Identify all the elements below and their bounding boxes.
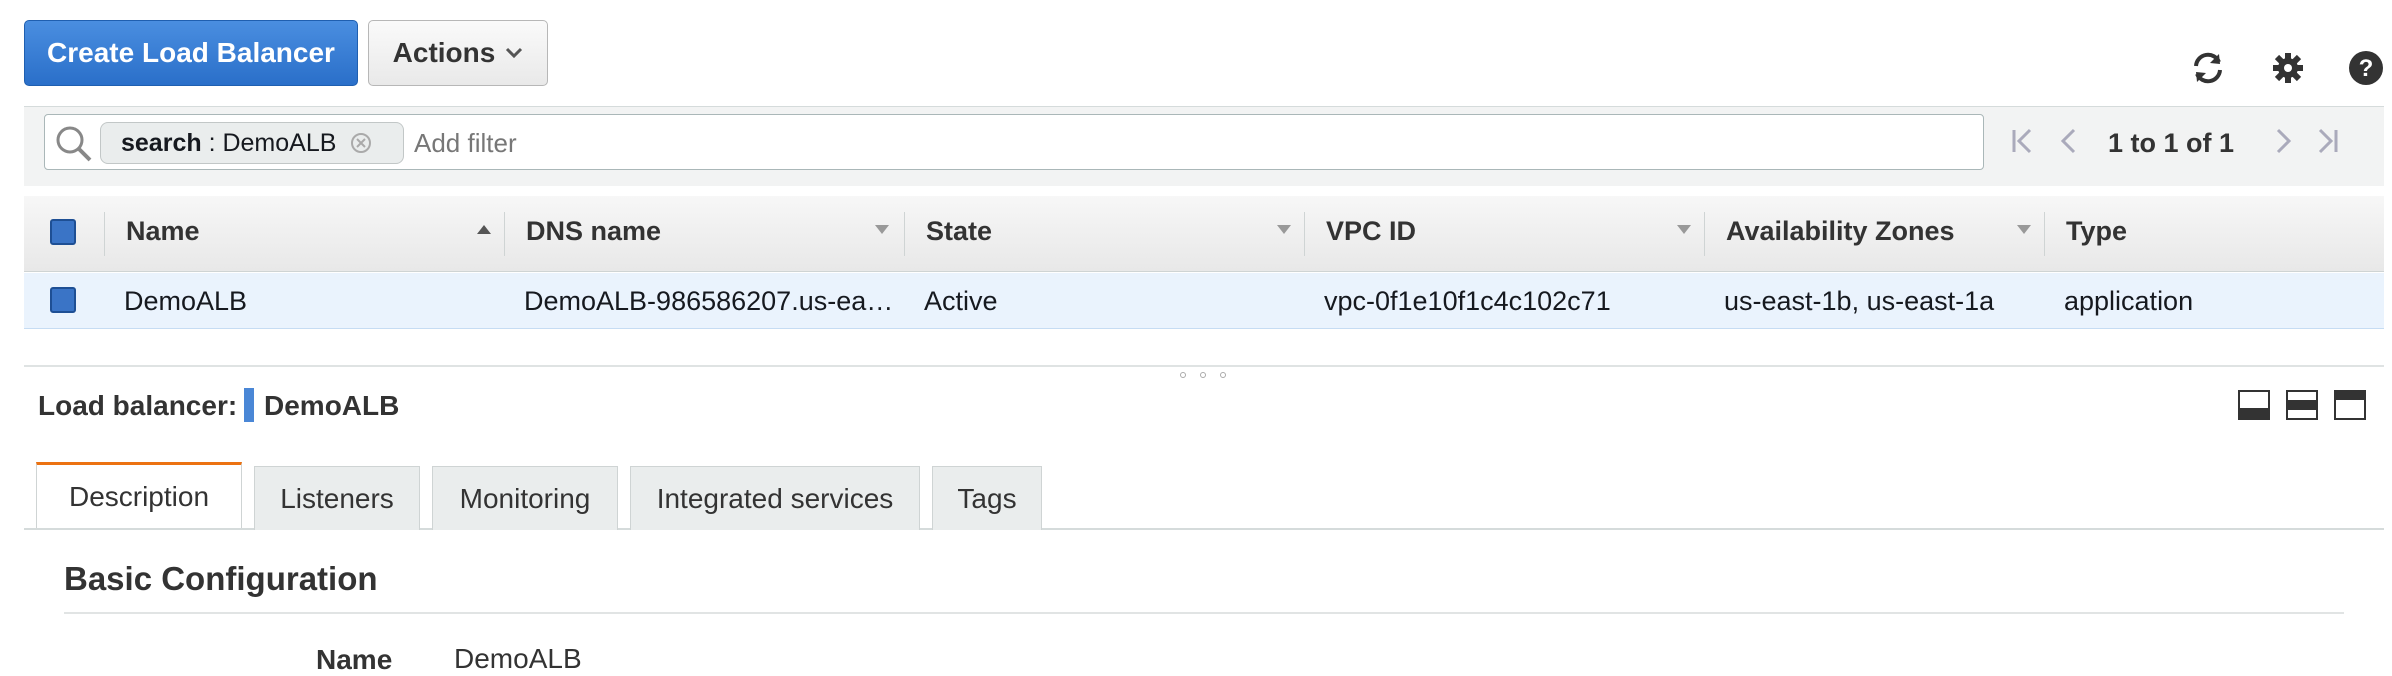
section-divider (64, 612, 2344, 614)
tab-description[interactable]: Description (36, 462, 242, 528)
column-header-vpc[interactable]: VPC ID (1326, 216, 1416, 247)
detail-marker (244, 388, 254, 422)
cell-name: DemoALB (124, 286, 248, 316)
column-divider (104, 212, 105, 256)
token-key: search (121, 128, 202, 157)
tab-integrated-services[interactable]: Integrated services (630, 466, 920, 530)
select-all-checkbox[interactable] (50, 219, 76, 245)
column-divider (904, 212, 905, 256)
cell-zones: us-east-1b, us-east-1a (1724, 286, 1995, 316)
tab-monitoring[interactable]: Monitoring (432, 466, 618, 530)
settings-icon[interactable] (2268, 48, 2308, 88)
search-token[interactable]: search : DemoALB (100, 122, 404, 164)
sort-icon[interactable] (1276, 222, 1292, 240)
actions-dropdown-button[interactable]: Actions (368, 20, 548, 86)
cell-state: Active (924, 286, 998, 316)
last-page-icon[interactable] (2312, 126, 2342, 164)
previous-page-icon[interactable] (2054, 126, 2084, 164)
help-icon[interactable]: ? (2346, 48, 2386, 88)
splitter-grip[interactable] (1220, 372, 1226, 378)
refresh-icon[interactable] (2188, 48, 2228, 88)
table-row[interactable] (24, 273, 2384, 329)
chevron-down-icon (506, 47, 523, 59)
panel-split-icon[interactable] (2286, 390, 2318, 420)
tab-tags[interactable]: Tags (932, 466, 1042, 530)
pagination-text: 1 to 1 of 1 (2108, 128, 2235, 158)
svg-text:?: ? (2359, 55, 2374, 82)
token-value: DemoALB (222, 128, 337, 157)
column-divider (504, 212, 505, 256)
panel-top-icon[interactable] (2334, 390, 2366, 420)
first-page-icon[interactable] (2008, 126, 2038, 164)
column-header-name[interactable]: Name (126, 216, 200, 247)
cell-dns: DemoALB-986586207.us-ea… (524, 286, 894, 316)
sort-icon[interactable] (1676, 222, 1692, 240)
splitter-grip[interactable] (1180, 372, 1186, 378)
column-header-type[interactable]: Type (2066, 216, 2127, 247)
sort-icon[interactable] (2016, 222, 2032, 240)
tab-listeners[interactable]: Listeners (254, 466, 420, 530)
cell-type: application (2064, 286, 2194, 316)
sort-ascending-icon[interactable] (476, 222, 492, 240)
clear-token-icon[interactable] (350, 132, 372, 154)
panel-bottom-icon[interactable] (2238, 390, 2270, 420)
splitter-grip[interactable] (1200, 372, 1206, 378)
column-divider (1304, 212, 1305, 256)
next-page-icon[interactable] (2268, 126, 2298, 164)
sort-icon[interactable] (874, 222, 890, 240)
create-load-balancer-button[interactable]: Create Load Balancer (24, 20, 358, 86)
column-header-zones[interactable]: Availability Zones (1726, 216, 1955, 247)
column-header-dns[interactable]: DNS name (526, 216, 661, 247)
field-value-name: DemoALB (454, 643, 582, 674)
column-header-state[interactable]: State (926, 216, 992, 247)
search-icon (54, 124, 94, 169)
detail-label: Load balancer: (38, 390, 238, 421)
token-separator: : (201, 128, 223, 157)
column-divider (1704, 212, 1705, 256)
detail-name: DemoALB (264, 390, 400, 421)
section-title: Basic Configuration (64, 560, 378, 597)
field-label-name: Name (316, 644, 393, 675)
cell-vpc: vpc-0f1e10f1c4c102c71 (1324, 286, 1611, 316)
row-checkbox[interactable] (50, 287, 76, 313)
column-divider (2044, 212, 2045, 256)
panel-splitter[interactable] (24, 365, 2384, 367)
actions-label: Actions (392, 37, 496, 68)
add-filter-placeholder[interactable]: Add filter (414, 128, 517, 159)
